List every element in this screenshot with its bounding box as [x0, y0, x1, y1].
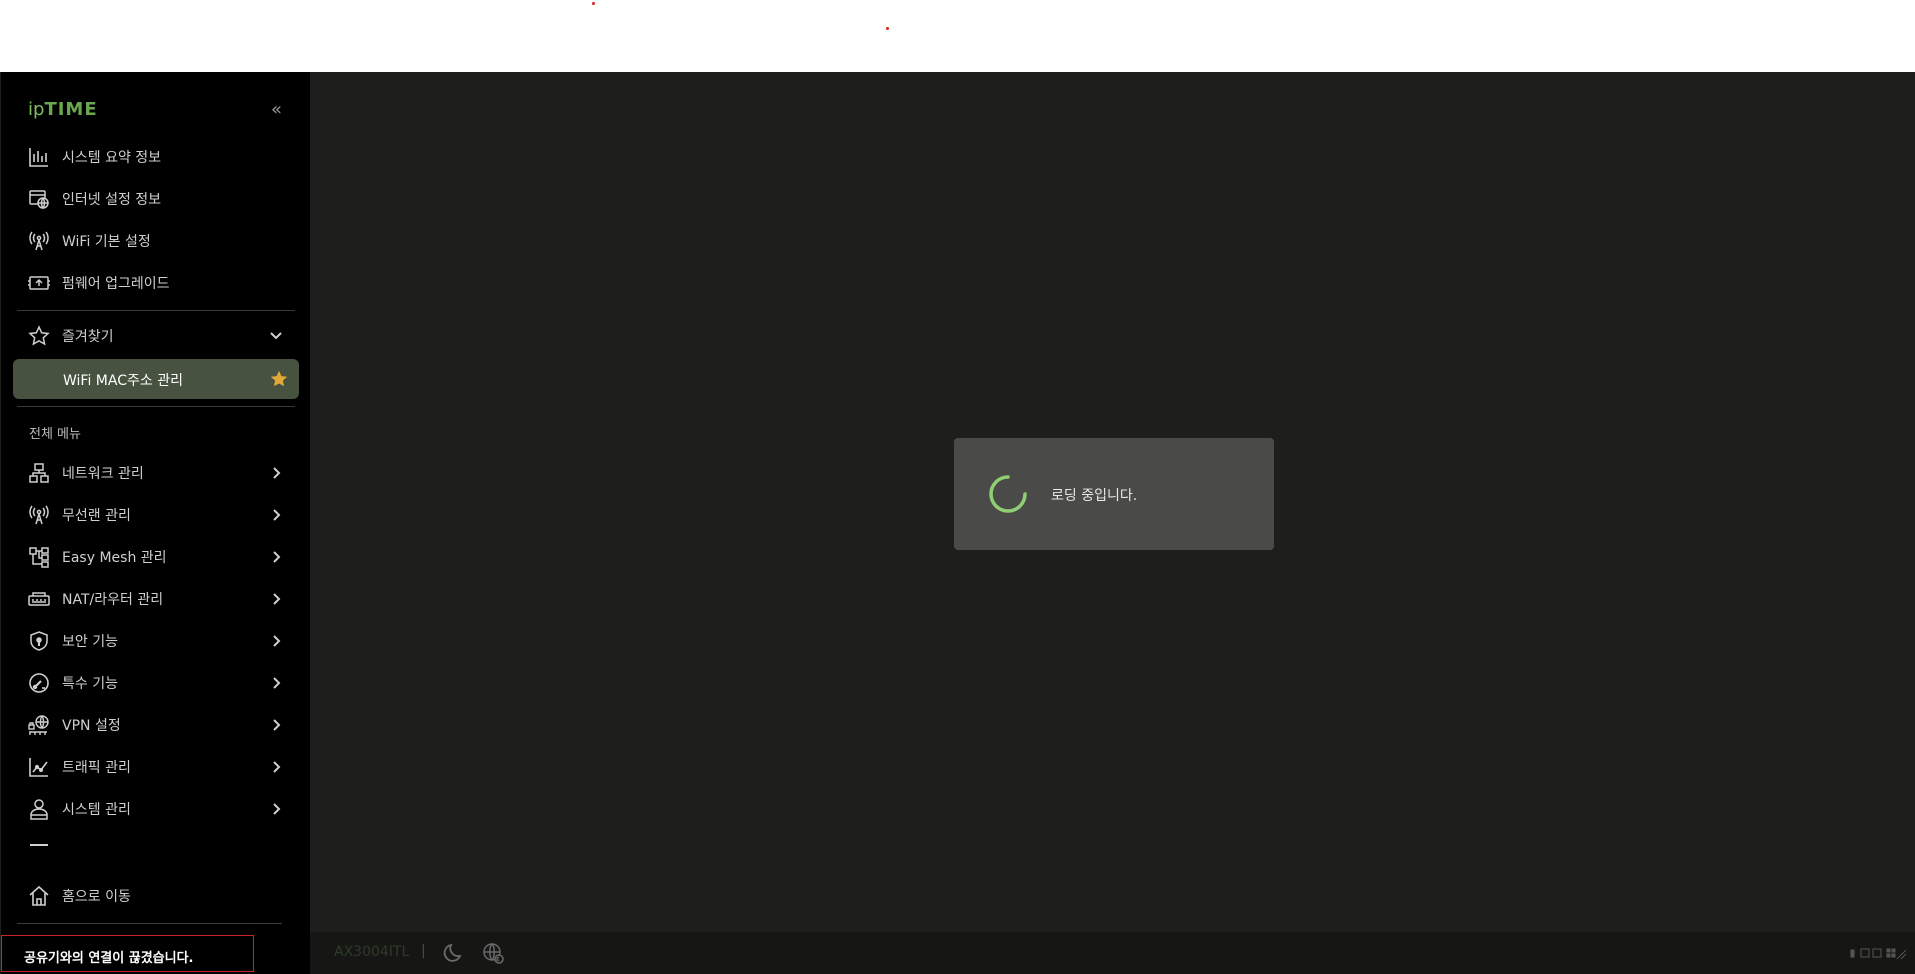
chevron-right-icon[interactable] — [268, 549, 284, 565]
toast-message: 공유기와의 연결이 끊겼습니다. — [24, 951, 194, 966]
language-globe-icon[interactable] — [482, 942, 504, 964]
chevron-right-icon[interactable] — [268, 633, 284, 649]
chevron-right-icon[interactable] — [268, 507, 284, 523]
sidebar-item-wifi-basic[interactable]: WiFi 기본 설정 — [28, 225, 151, 257]
menu-item-label: Easy Mesh 관리 — [62, 550, 167, 566]
favorite-item-label: WiFi MAC주소 관리 — [63, 373, 183, 389]
chevron-right-icon[interactable] — [268, 801, 284, 817]
footer-separator: | — [421, 943, 426, 959]
menu-item-label: 네트워크 관리 — [62, 466, 144, 482]
browser-top-area — [0, 0, 1915, 72]
sidebar-item-system-summary[interactable]: 시스템 요약 정보 — [28, 141, 161, 173]
home-link-label: 홈으로 이동 — [62, 889, 131, 905]
traffic-icon — [28, 756, 50, 778]
menu-item-label: VPN 설정 — [62, 718, 121, 734]
menu-item-system[interactable]: 시스템 관리 — [28, 793, 131, 825]
window-controls-icon — [1850, 948, 1907, 960]
chevron-right-icon[interactable] — [268, 591, 284, 607]
home-link[interactable]: 홈으로 이동 — [28, 880, 131, 912]
mesh-icon — [28, 546, 50, 568]
menu-item-wireless[interactable]: 무선랜 관리 — [28, 499, 131, 531]
red-dot-marker — [886, 27, 889, 30]
menu-item-label: 특수 기능 — [62, 676, 118, 692]
sidebar-item-internet-settings[interactable]: 인터넷 설정 정보 — [28, 183, 161, 215]
favorites-toggle[interactable]: 즐겨찾기 — [28, 320, 114, 352]
menu-item-traffic[interactable]: 트래픽 관리 — [28, 751, 131, 783]
menu-item-label: NAT/라우터 관리 — [62, 592, 164, 608]
menu-item-vpn[interactable]: VPN 설정 — [28, 709, 121, 741]
menu-item-label: 트래픽 관리 — [62, 760, 131, 776]
logo-main: TIME — [44, 99, 98, 120]
logo-prefix: ip — [28, 99, 45, 120]
sidebar-item-label: WiFi 기본 설정 — [62, 234, 151, 250]
sidebar-divider — [17, 406, 295, 407]
gauge-icon — [28, 672, 50, 694]
wifi-antenna-icon — [28, 230, 50, 252]
star-filled-icon[interactable] — [269, 369, 289, 389]
internet-settings-icon — [28, 188, 50, 210]
chevron-down-icon[interactable] — [268, 328, 284, 344]
chevron-right-icon[interactable] — [268, 717, 284, 733]
menu-item-special[interactable]: 특수 기능 — [28, 667, 118, 699]
menu-item-nat-router[interactable]: NAT/라우터 관리 — [28, 583, 163, 615]
dark-mode-moon-icon[interactable] — [443, 942, 465, 964]
router-icon — [28, 588, 50, 610]
main-content: 로딩 중입니다. — [310, 72, 1915, 932]
menu-item-label: 보안 기능 — [62, 634, 118, 650]
sidebar-divider — [17, 923, 282, 924]
clipped-menu-item-icon — [30, 844, 48, 850]
star-outline-icon — [28, 325, 50, 347]
home-icon — [28, 885, 50, 907]
system-user-icon — [28, 798, 50, 820]
vpn-icon — [28, 714, 50, 736]
menu-item-security[interactable]: 보안 기능 — [28, 625, 118, 657]
wireless-icon — [28, 504, 50, 526]
menu-item-easy-mesh[interactable]: Easy Mesh 관리 — [28, 541, 167, 573]
router-admin-app: ipTIME « 시스템 요약 정보 인터넷 설정 정보 WiFi 기본 설정 — [0, 72, 1915, 974]
network-icon — [28, 462, 50, 484]
menu-item-label: 시스템 관리 — [62, 802, 131, 818]
red-dot-marker — [592, 2, 595, 5]
sidebar-item-firmware-upgrade[interactable]: 펌웨어 업그레이드 — [28, 267, 170, 299]
menu-item-label: 무선랜 관리 — [62, 508, 131, 524]
menu-item-network[interactable]: 네트워크 관리 — [28, 457, 144, 489]
chevron-right-icon[interactable] — [268, 675, 284, 691]
sidebar-item-label: 인터넷 설정 정보 — [62, 192, 162, 208]
bar-chart-icon — [28, 146, 50, 168]
disconnect-toast: 공유기와의 연결이 끊겼습니다. — [1, 935, 254, 972]
favorite-item-wifi-mac[interactable]: WiFi MAC주소 관리 — [13, 359, 299, 399]
chevron-right-icon[interactable] — [268, 465, 284, 481]
sidebar-item-label: 펌웨어 업그레이드 — [62, 276, 170, 292]
all-menu-heading: 전체 메뉴 — [29, 427, 81, 442]
iptime-logo[interactable]: ipTIME — [28, 99, 98, 120]
model-name: AX3004ITL — [334, 944, 410, 960]
shield-icon — [28, 630, 50, 652]
loading-dialog: 로딩 중입니다. — [954, 438, 1274, 550]
sidebar-divider — [17, 310, 295, 311]
firmware-icon — [28, 272, 50, 294]
sidebar: ipTIME « 시스템 요약 정보 인터넷 설정 정보 WiFi 기본 설정 — [1, 72, 310, 974]
footer-bar: AX3004ITL | — [310, 932, 1915, 974]
chevron-right-icon[interactable] — [268, 759, 284, 775]
loading-text: 로딩 중입니다. — [1051, 488, 1138, 504]
sidebar-item-label: 시스템 요약 정보 — [62, 150, 162, 166]
collapse-sidebar-button[interactable]: « — [271, 99, 282, 120]
loading-spinner-icon — [989, 475, 1027, 513]
favorites-label: 즐겨찾기 — [62, 329, 114, 345]
